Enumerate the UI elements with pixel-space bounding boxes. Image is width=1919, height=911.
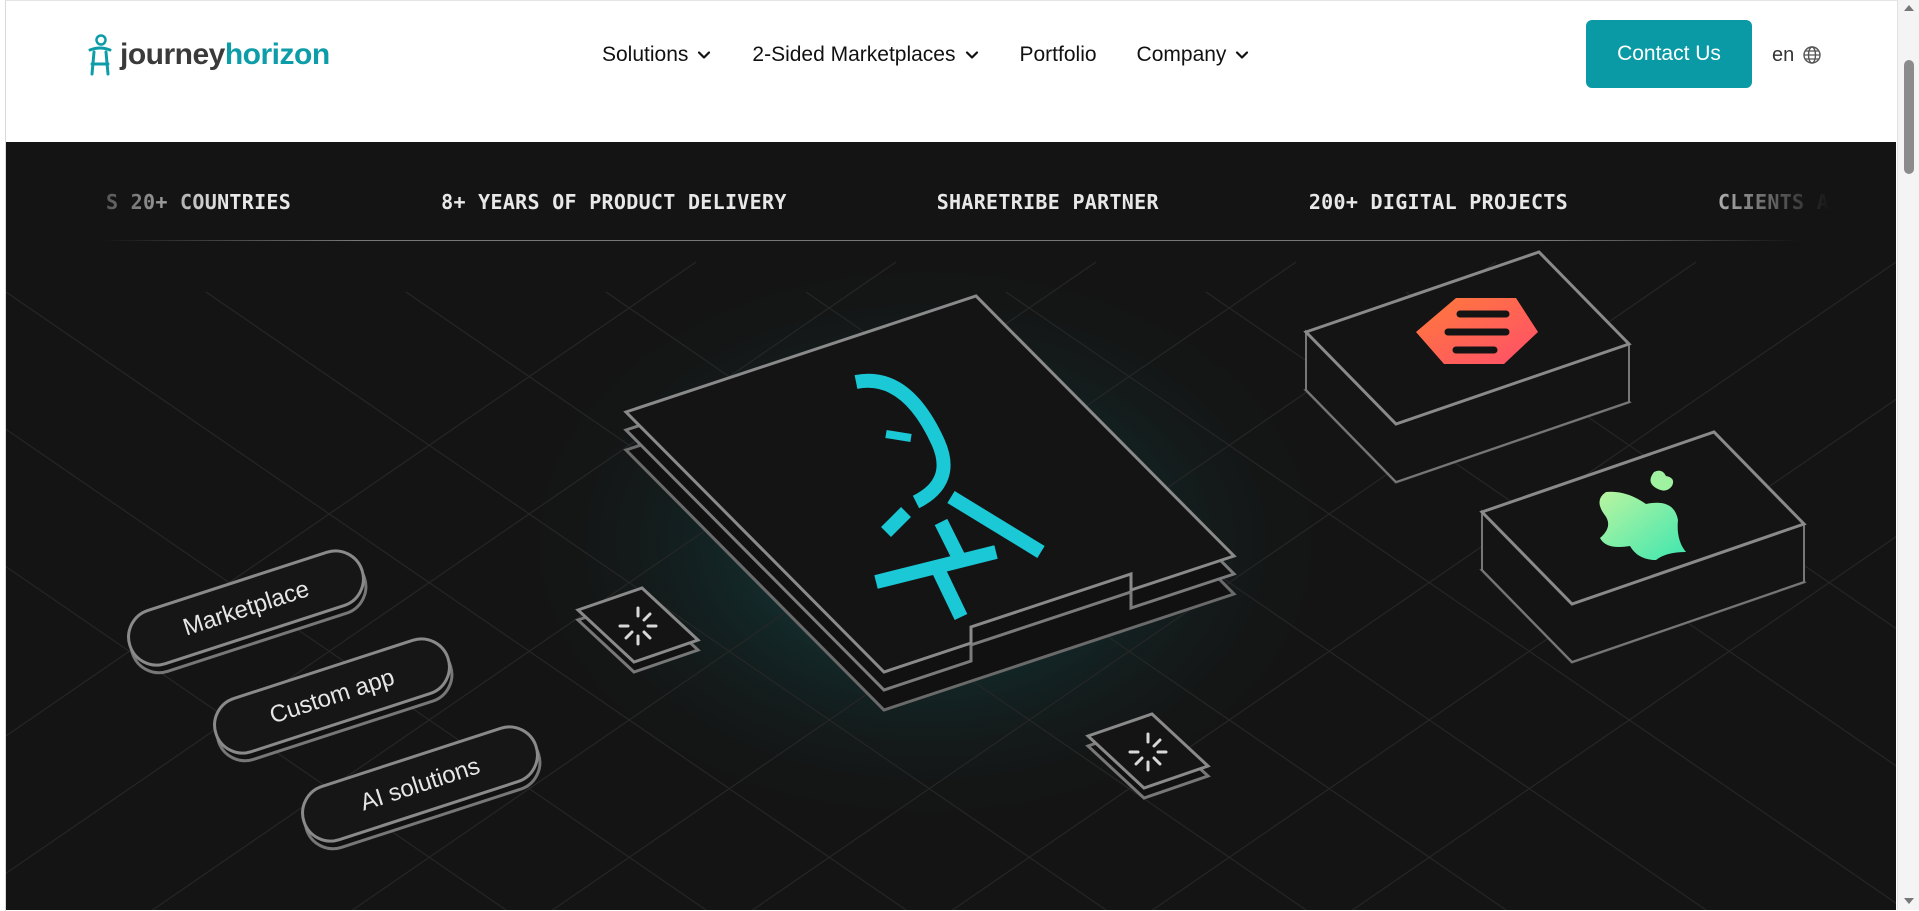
language-switcher[interactable]: en: [1772, 41, 1822, 69]
logo-text-horizon: horizon: [224, 38, 330, 71]
scroll-down-icon[interactable]: [1903, 896, 1915, 906]
main-nav: Solutions 2-Sided Marketplaces Portfolio…: [602, 37, 1250, 73]
nav-portfolio[interactable]: Portfolio: [1020, 43, 1097, 67]
scroll-up-icon[interactable]: [1903, 3, 1915, 13]
nav-portfolio-label: Portfolio: [1019, 43, 1097, 66]
chevron-down-icon: [965, 51, 978, 59]
pill-marketplace[interactable]: Marketplace: [121, 544, 373, 680]
nav-marketplaces-label: 2-Sided Marketplaces: [752, 43, 956, 66]
chevron-down-icon: [1236, 51, 1249, 59]
chevron-down-icon: [698, 51, 711, 59]
contact-us-button[interactable]: Contact Us: [1586, 20, 1752, 88]
nav-solutions-label: Solutions: [602, 43, 689, 66]
ticker-divider: [102, 240, 1800, 241]
nav-company-label: Company: [1136, 43, 1227, 66]
ticker-item: 8+ YEARS OF PRODUCT DELIVERY: [441, 190, 787, 214]
site-logo[interactable]: journey horizon: [86, 31, 330, 79]
ticker-item: S 20+ COUNTRIES: [106, 190, 292, 214]
stats-ticker: S 20+ COUNTRIES 8+ YEARS OF PRODUCT DELI…: [6, 142, 1896, 242]
language-label: en: [1772, 43, 1795, 66]
hero-illustration: Marketplace Custom app AI solutions: [6, 242, 1896, 910]
nav-solutions[interactable]: Solutions: [602, 43, 712, 67]
pill-custom-app[interactable]: Custom app: [207, 632, 459, 768]
ticker-item: 200+ DIGITAL PROJECTS: [1308, 190, 1568, 214]
ai-card: [1479, 430, 1807, 664]
logo-text-journey: journey: [120, 38, 225, 71]
globe-icon: [1803, 46, 1821, 64]
scrollbar-thumb[interactable]: [1904, 60, 1914, 174]
page-scrollbar[interactable]: [1897, 0, 1919, 910]
ticker-item: SHARETRIBE PARTNER: [936, 190, 1159, 214]
ticker-item: CLIENTS ACROS: [1718, 190, 1879, 214]
sharetribe-card: [1303, 250, 1632, 484]
hero-section: Marketplace Custom app AI solutions S 20…: [6, 142, 1896, 910]
logo-mark-icon: [88, 34, 112, 76]
nav-marketplaces[interactable]: 2-Sided Marketplaces: [752, 43, 979, 67]
nav-company[interactable]: Company: [1137, 43, 1251, 67]
site-header: journey horizon Solutions 2-Sided Marketp…: [6, 1, 1896, 141]
pill-ai-solutions[interactable]: AI solutions: [295, 720, 547, 856]
